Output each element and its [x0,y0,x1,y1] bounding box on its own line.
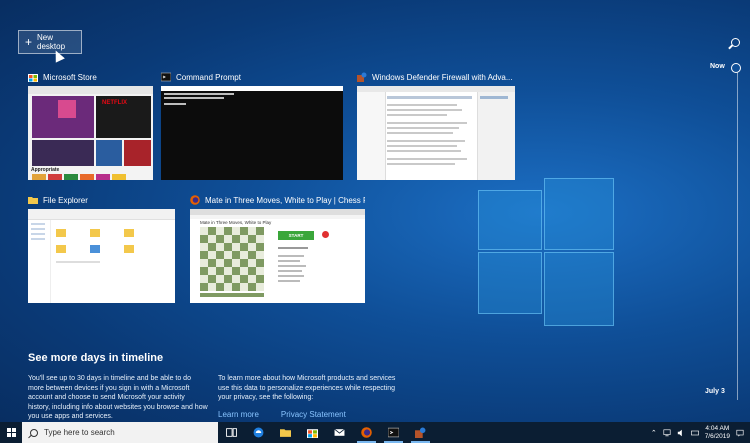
privacy-info-text: To learn more about how Microsoft produc… [218,375,396,401]
plus-icon: + [25,35,33,49]
timeline-search-icon[interactable] [731,38,740,47]
window-title: Microsoft Store [43,72,97,82]
chess-thumbnail: Mate in Three Moves, White to Play START [190,209,365,303]
taskbar-firefox[interactable] [353,422,380,443]
keyboard-icon[interactable] [690,429,699,437]
task-view-icon [226,428,237,437]
edge-icon [253,427,264,438]
window-card-microsoft-store[interactable]: Microsoft Store NETFLIX Appropriate [28,70,153,180]
clock-time: 4:04 AM [705,424,730,432]
privacy-links: Learn more Privacy Statement [218,410,346,419]
network-icon[interactable] [663,428,671,437]
system-tray: ⌃ 4:04 AM 7/6/2019 [651,425,750,441]
window-title: Command Prompt [176,72,241,82]
chess-start-button: START [278,231,314,240]
search-placeholder: Type here to search [44,428,115,437]
timeline-scrollbar[interactable] [737,72,738,400]
store-thumbnail: NETFLIX Appropriate [28,86,153,180]
learn-more-link[interactable]: Learn more [218,410,259,419]
search-icon [30,428,38,437]
explorer-thumbnail [28,209,175,303]
taskbar-mail[interactable] [326,422,353,443]
store-icon [307,429,318,438]
task-view-button[interactable] [218,422,245,443]
volume-icon[interactable] [677,429,685,437]
taskbar: Type here to search ⌃ 4:04 AM 7/6/2019 [0,422,750,443]
timeline-now-marker[interactable] [731,63,741,73]
folder-app-icon [28,197,38,204]
cmd-app-icon [161,72,171,82]
see-more-days-text: You'll see up to 30 days in timeline and… [28,375,208,420]
see-more-days-title: See more days in timeline [28,352,164,364]
notifications-icon[interactable] [736,429,744,437]
clock-date: 7/6/2019 [704,432,730,440]
taskbar-file-explorer[interactable] [272,422,299,443]
chessboard [200,227,264,291]
timeline-date-label: July 3 [705,388,725,395]
window-card-chess-firefox[interactable]: Mate in Three Moves, White to Play | Che… [190,193,365,303]
window-title: File Explorer [43,195,88,205]
firefox-icon [361,427,372,438]
cmd-thumbnail [161,86,343,180]
window-title: Mate in Three Moves, White to Play | Che… [205,195,365,205]
folder-icon [280,429,291,437]
firefox-app-icon [190,195,200,205]
taskbar-search-box[interactable]: Type here to search [22,422,218,443]
apps-section-label: Appropriate [31,167,60,173]
window-card-command-prompt[interactable]: Command Prompt [161,70,343,180]
clock[interactable]: 4:04 AM 7/6/2019 [705,425,730,441]
mail-icon [334,428,345,436]
windows-logo-wallpaper [470,160,620,330]
taskbar-command-prompt[interactable] [380,422,407,443]
netflix-tile-label: NETFLIX [102,100,127,106]
firewall-app-icon [357,72,367,82]
windows-icon [6,428,16,437]
firewall-thumbnail [357,86,515,180]
window-title: Windows Defender Firewall with Adva... [372,72,513,82]
taskbar-store[interactable] [299,422,326,443]
store-app-icon [28,74,38,82]
taskbar-firewall[interactable] [407,422,434,443]
start-button[interactable] [0,422,22,443]
window-card-defender-firewall[interactable]: Windows Defender Firewall with Adva... [357,70,515,180]
chess-heading: Mate in Three Moves, White to Play [200,220,272,225]
privacy-statement-link[interactable]: Privacy Statement [281,410,346,419]
cmd-icon [388,427,399,438]
timeline-now-label: Now [710,63,725,70]
window-card-file-explorer[interactable]: File Explorer [28,193,175,303]
chevron-up-icon[interactable]: ⌃ [651,429,657,437]
firewall-icon [415,427,426,438]
taskbar-edge[interactable] [245,422,272,443]
new-desktop-button[interactable]: + New desktop [18,30,82,54]
